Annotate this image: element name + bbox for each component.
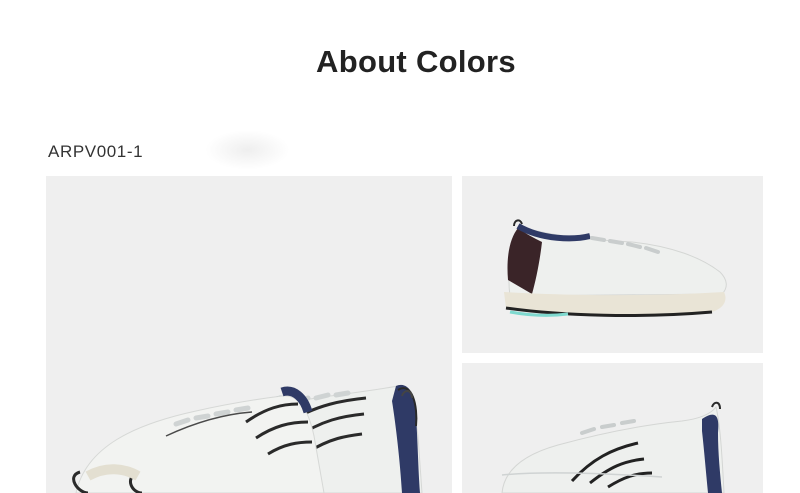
shoe-side-close-image [501,401,725,493]
section-title: About Colors [316,44,516,79]
shoe-front [72,386,325,493]
product-sku-label: ARPV001-1 [48,142,144,161]
product-image-side[interactable] [462,176,763,353]
shoe-side-image [504,219,727,317]
ghost-artifact [205,130,290,170]
product-image-side-close[interactable] [462,363,763,493]
shoe-pair-image [72,384,423,493]
product-image-main[interactable] [46,176,452,493]
